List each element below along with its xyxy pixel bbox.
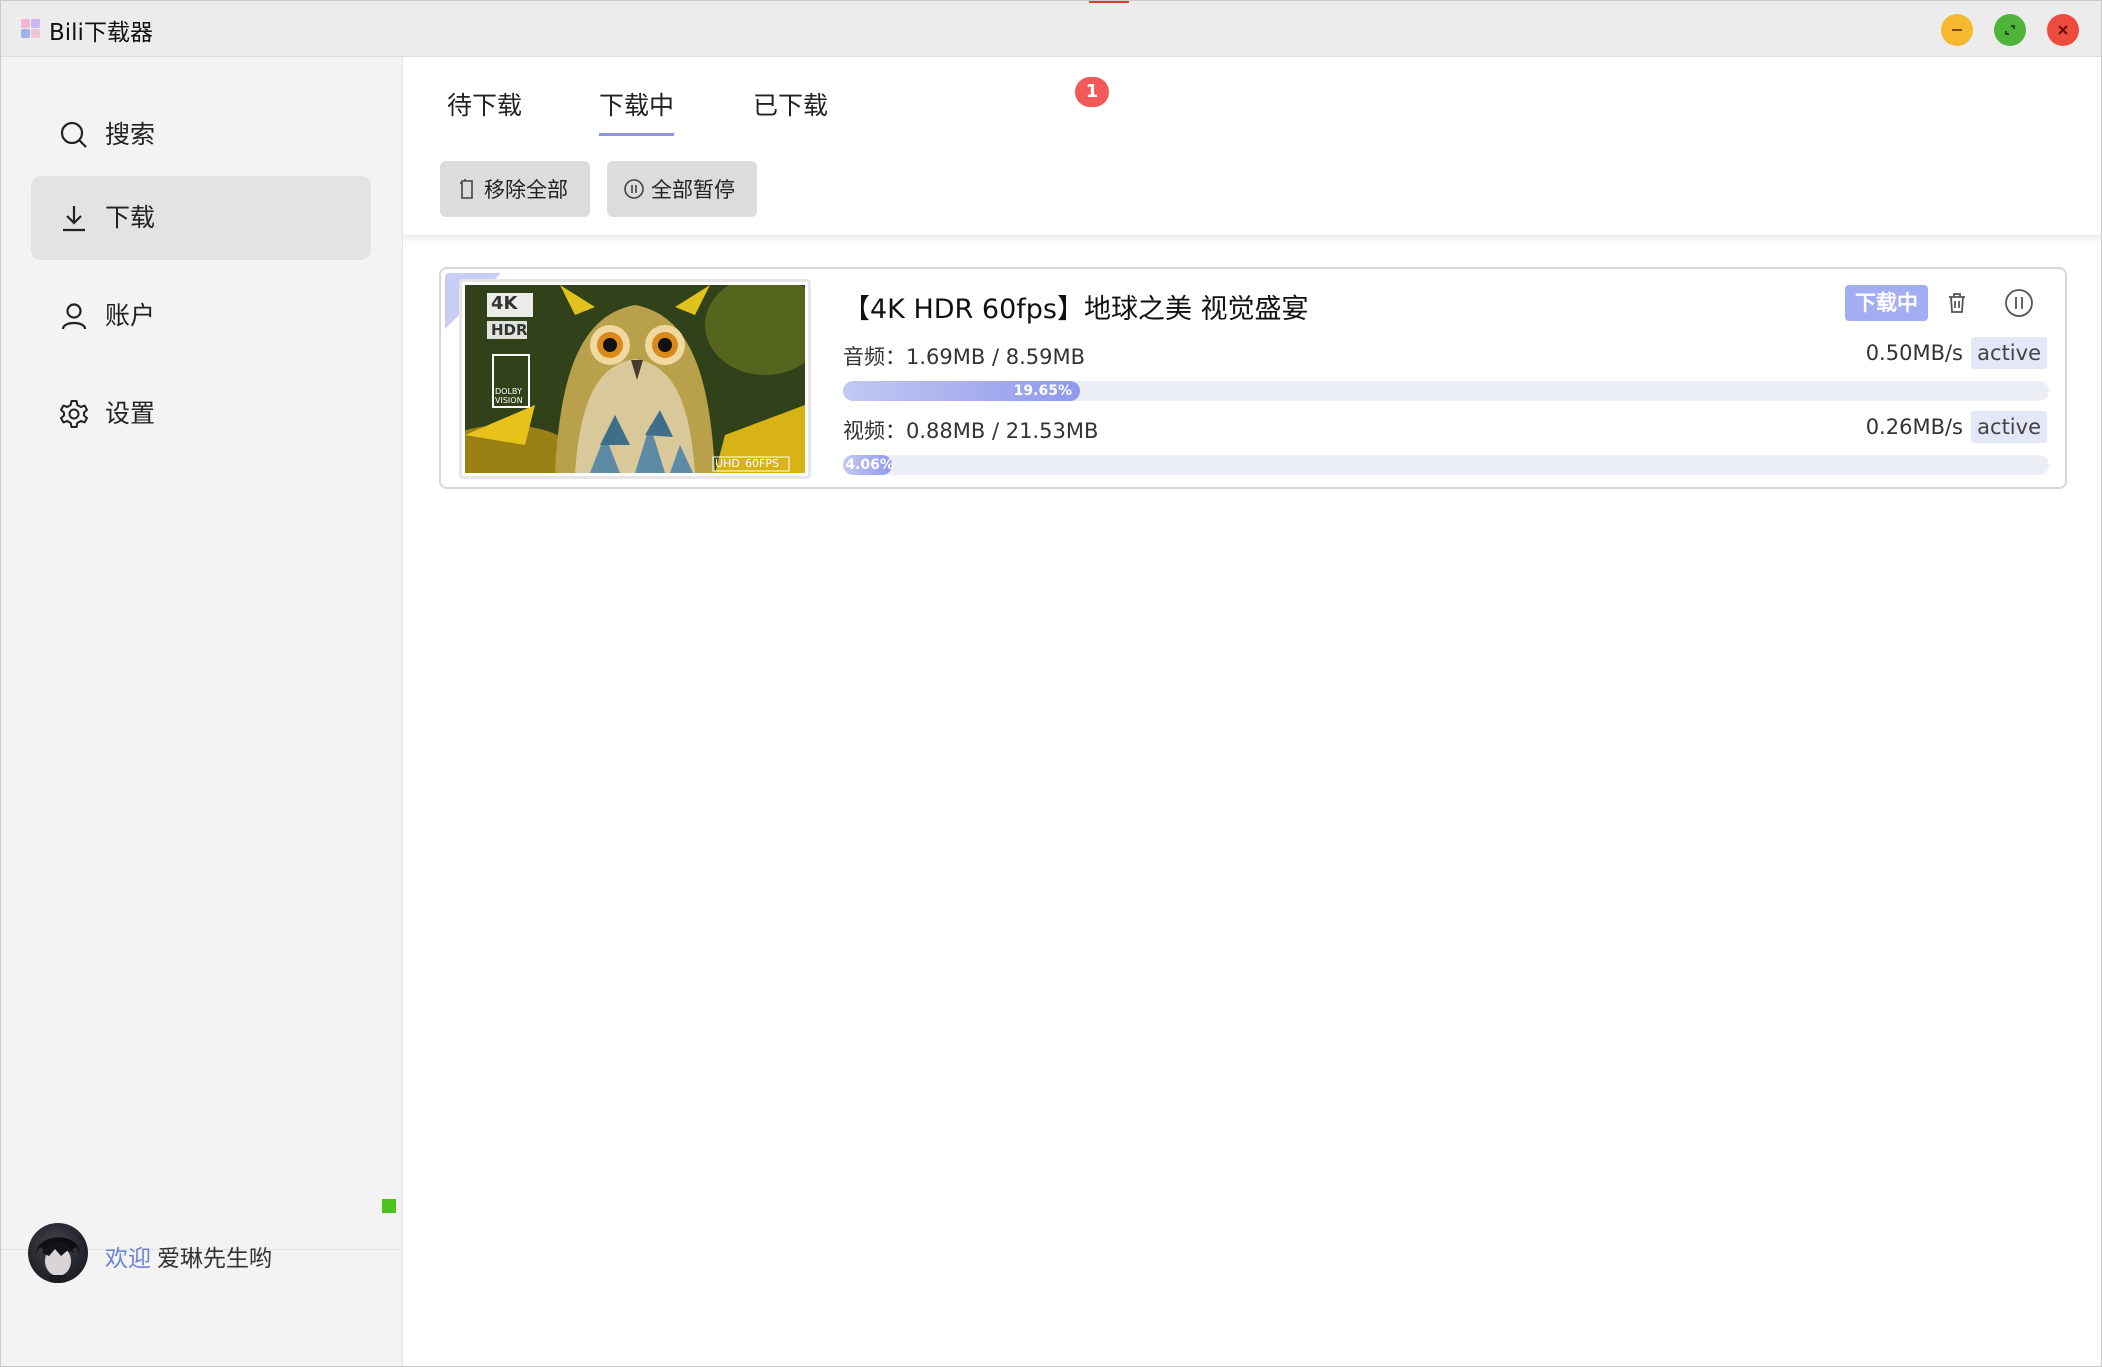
- tab-downloaded[interactable]: 已下载: [753, 83, 828, 133]
- close-button[interactable]: [2047, 14, 2079, 46]
- sidebar: 搜索 下载 账户 设置 欢迎 爱琳先生哟: [1, 57, 403, 1366]
- sidebar-item-download[interactable]: 下载: [31, 176, 371, 260]
- app-logo-icon: [21, 19, 41, 39]
- pause-circle-icon: [2005, 289, 2033, 317]
- pause-circle-icon: [624, 179, 644, 199]
- task-title: 【4K HDR 60fps】地球之美 视觉盛宴: [843, 294, 1309, 325]
- sidebar-item-label: 搜索: [105, 120, 156, 149]
- audio-progress-fill: 19.65%: [843, 381, 1080, 401]
- gear-icon: [60, 400, 88, 428]
- video-state-badge: active: [1971, 411, 2047, 443]
- search-icon: [60, 121, 87, 148]
- owl-thumbnail-image: 4K HDR DOLBY VISION UHD 60FPS: [465, 285, 805, 473]
- sidebar-item-label: 设置: [105, 399, 156, 428]
- welcome-label: 欢迎: [105, 1246, 151, 1272]
- thumb-dolby-label: DOLBY: [495, 387, 522, 396]
- minus-icon: [1952, 29, 1962, 31]
- downloading-count-badge: 1: [1075, 77, 1109, 107]
- expand-icon: [2005, 25, 2015, 35]
- remove-all-button[interactable]: 移除全部: [440, 161, 590, 217]
- download-icon: [63, 206, 85, 232]
- thumb-uhd-label: UHD: [715, 457, 740, 470]
- username: 爱琳先生哟: [157, 1246, 272, 1272]
- sidebar-item-search[interactable]: 搜索: [31, 93, 371, 177]
- avatar[interactable]: [28, 1223, 88, 1283]
- audio-speed-text: 0.50MB/s: [1865, 341, 1963, 365]
- delete-task-button[interactable]: [1935, 281, 1979, 325]
- download-task-card: 4K HDR DOLBY VISION UHD 60FPS 【4K HDR 60…: [439, 267, 2067, 489]
- thumb-vision-label: VISION: [495, 396, 523, 405]
- audio-state-badge: active: [1971, 337, 2047, 369]
- video-progress-text: 4.06%: [845, 457, 894, 473]
- video-progress-bar: 4.06%: [843, 455, 2049, 475]
- tab-downloading[interactable]: 下载中: [599, 83, 675, 136]
- pause-all-label: 全部暂停: [651, 178, 735, 202]
- minimize-button[interactable]: [1941, 14, 1973, 46]
- video-thumbnail: 4K HDR DOLBY VISION UHD 60FPS: [459, 279, 811, 479]
- pause-all-button[interactable]: 全部暂停: [607, 161, 757, 217]
- video-speed-text: 0.26MB/s: [1865, 415, 1963, 439]
- audio-progress-text: 19.65%: [1013, 383, 1072, 399]
- thumb-hdr-label: HDR: [491, 321, 528, 339]
- sidebar-item-label: 账户: [105, 301, 156, 330]
- main-panel: 待下载 下载中 1 已下载 移除全部 全部暂停 4K HDR DOLBY VIS…: [403, 57, 2101, 1366]
- maximize-button[interactable]: [1994, 14, 2026, 46]
- title-bar: Bili下载器: [1, 1, 2101, 57]
- app-window: Bili下载器 搜索 下载 账户 设置 欢迎 爱琳先生哟 待下载 下载中 1 已…: [0, 0, 2102, 1367]
- toolbar-divider: [403, 235, 2101, 243]
- pause-task-button[interactable]: [1997, 281, 2041, 325]
- audio-size-text: 音频：1.69MB / 8.59MB: [843, 345, 1085, 369]
- video-progress-fill: 4.06%: [843, 455, 894, 475]
- audio-progress-bar: 19.65%: [843, 381, 2049, 401]
- user-icon: [61, 303, 87, 330]
- remove-all-label: 移除全部: [484, 178, 568, 202]
- trash-icon: [1949, 293, 1965, 313]
- thumb-4k-label: 4K: [491, 293, 518, 314]
- title-accent-mark: [1089, 1, 1129, 3]
- online-status-indicator: [382, 1199, 396, 1213]
- sidebar-item-settings[interactable]: 设置: [31, 372, 371, 456]
- sidebar-item-account[interactable]: 账户: [31, 274, 371, 358]
- thumb-fps-label: 60FPS: [745, 457, 779, 470]
- status-badge: 下载中: [1845, 285, 1928, 321]
- close-icon: [2058, 25, 2068, 35]
- app-title: Bili下载器: [49, 20, 153, 46]
- tab-pending[interactable]: 待下载: [447, 83, 522, 133]
- trash-can-icon: [460, 179, 473, 199]
- avatar-image: [36, 1237, 80, 1283]
- video-size-text: 视频：0.88MB / 21.53MB: [843, 419, 1099, 443]
- sidebar-item-label: 下载: [105, 203, 156, 232]
- welcome-text: 欢迎 爱琳先生哟: [105, 1239, 272, 1273]
